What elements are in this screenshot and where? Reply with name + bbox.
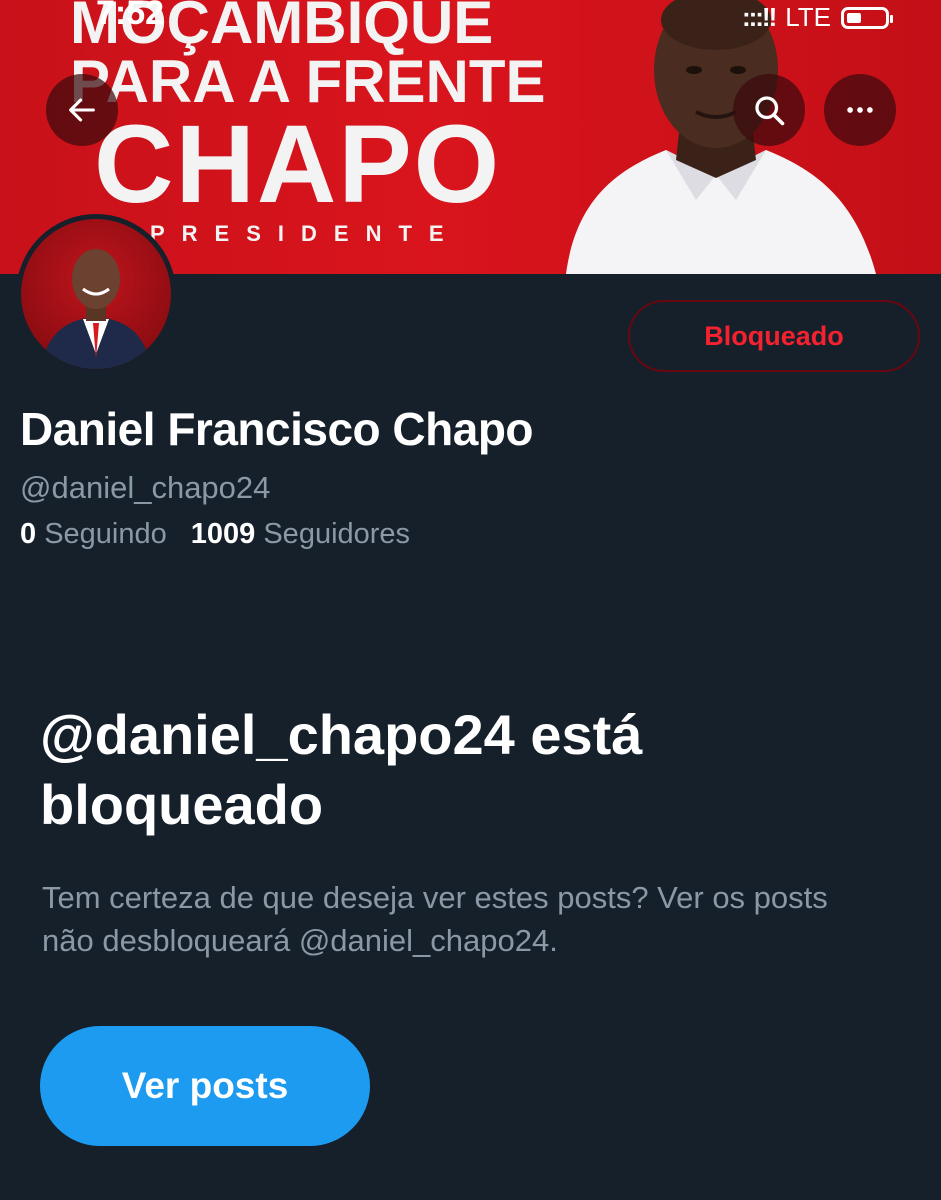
following-link[interactable]: 0 Seguindo [20, 518, 167, 551]
more-options-button[interactable] [824, 74, 896, 146]
signal-icon: :::!! [741, 2, 777, 32]
back-button[interactable] [46, 74, 118, 146]
network-type: LTE [785, 2, 831, 32]
followers-link[interactable]: 1009 Seguidores [191, 518, 410, 551]
battery-icon [841, 6, 893, 29]
blocked-notice-title: @daniel_chapo24 está bloqueado [40, 703, 643, 836]
blocked-button[interactable]: Bloqueado [628, 300, 920, 372]
user-handle: @daniel_chapo24 [20, 470, 271, 505]
blocked-notice-description: Tem certeza de que deseja ver estes post… [42, 880, 828, 958]
profile-avatar[interactable] [16, 214, 176, 374]
banner-line-2: Para a Frente [70, 48, 546, 115]
view-posts-button[interactable]: Ver posts [40, 1026, 370, 1146]
following-count: 0 [20, 518, 37, 550]
followers-label: Seguidores [263, 518, 411, 550]
display-name: Daniel Francisco Chapo [20, 403, 534, 455]
search-button[interactable] [733, 74, 805, 146]
followers-count: 1009 [190, 518, 256, 550]
avatar-person-icon [41, 249, 151, 369]
more-horizontal-icon [847, 107, 873, 113]
banner-line-3: Chapo [94, 103, 502, 226]
status-indicators: :::!! LTE [741, 2, 893, 33]
avatar-photo [21, 219, 171, 369]
banner-slogan: Moçambique Para a Frente Chapo President… [70, 0, 546, 248]
banner-person-photo [566, 0, 876, 274]
follow-stats: 0 Seguindo 1009 Seguidores [20, 518, 410, 551]
arrow-left-icon [69, 98, 95, 122]
search-icon [755, 96, 785, 126]
following-label: Seguindo [44, 518, 167, 550]
status-time: 7:52 [96, 0, 165, 32]
